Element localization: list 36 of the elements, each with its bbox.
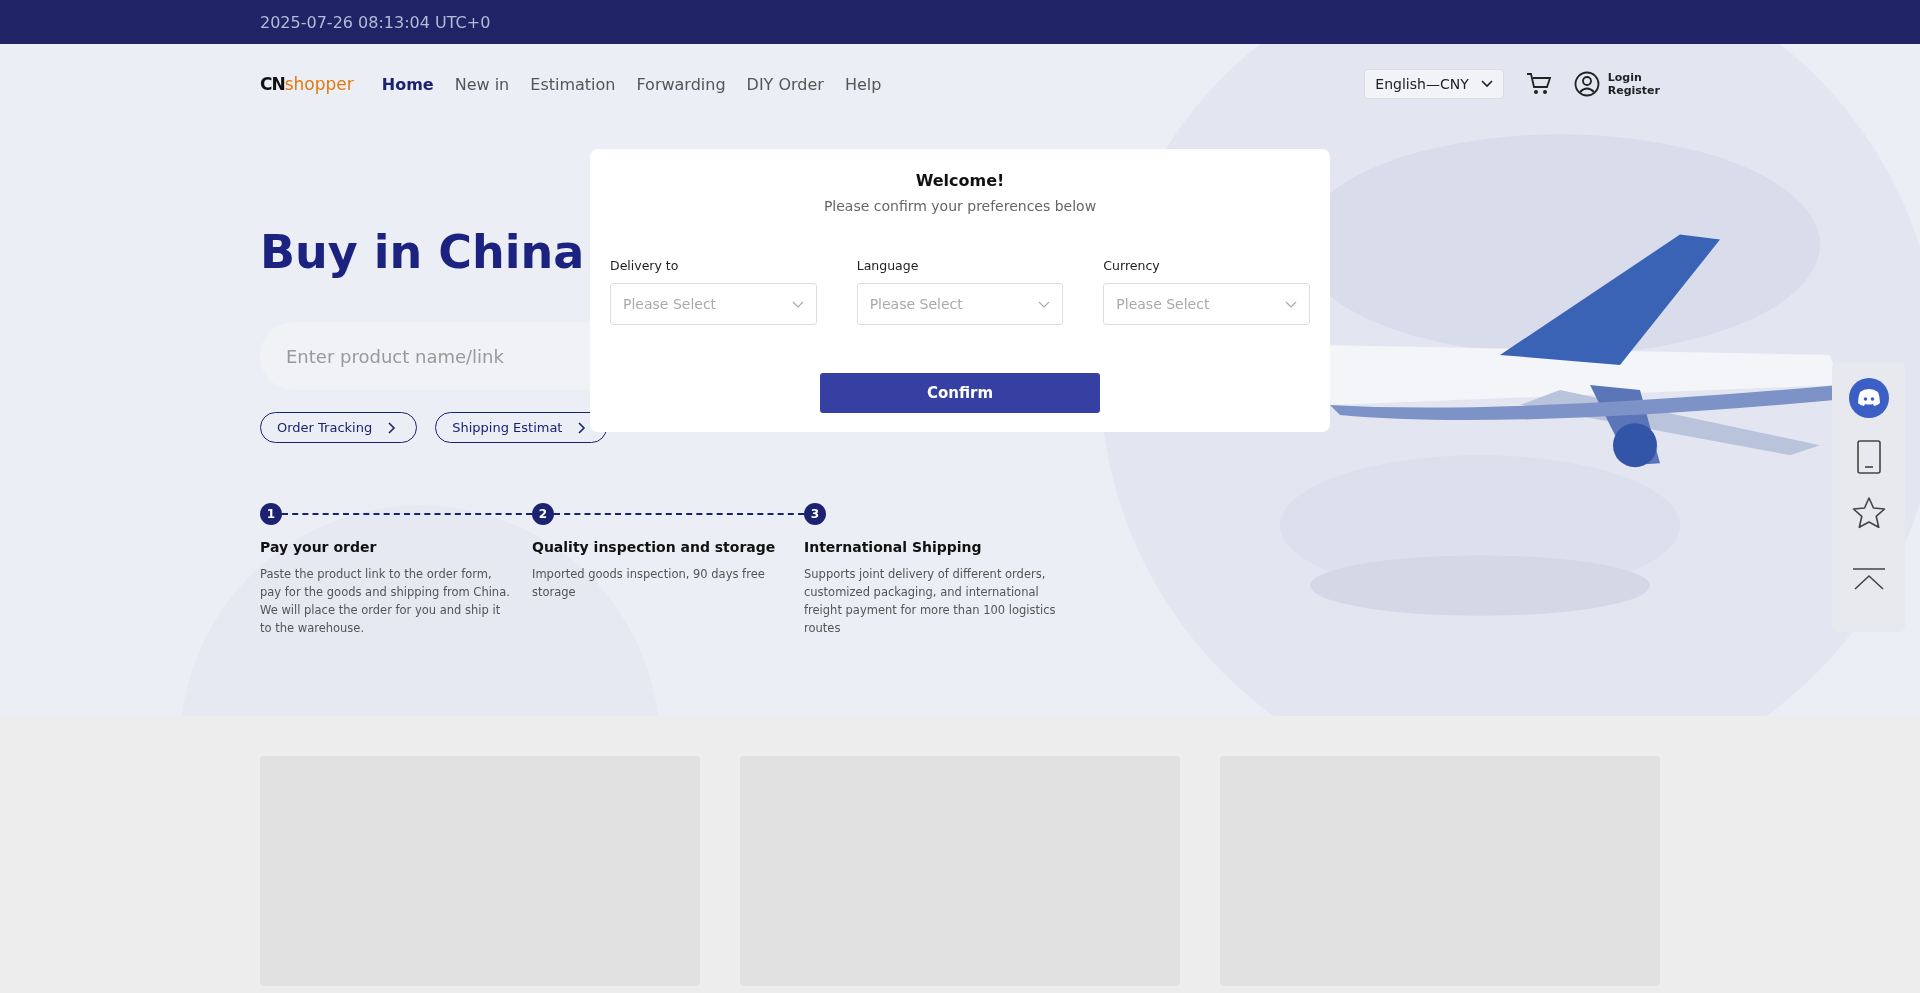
tablet-icon[interactable] bbox=[1856, 440, 1881, 474]
chevron-right-icon bbox=[388, 421, 397, 434]
nav-link[interactable]: New in bbox=[454, 74, 510, 94]
hero-title: Buy in China bbox=[260, 224, 585, 281]
step-description: Imported goods inspection, 90 days free storage bbox=[532, 566, 766, 601]
chevron-down-icon bbox=[1038, 300, 1051, 308]
field-label: Language bbox=[856, 258, 920, 273]
chevron-down-icon bbox=[1480, 80, 1493, 88]
register-link[interactable]: Register bbox=[1607, 84, 1660, 97]
field-label: Delivery to bbox=[610, 258, 680, 273]
step-description: Paste the product link to the order form, pay for the goods and shipping from China. We will place the order for you and ship it to the warehouse. bbox=[260, 566, 511, 637]
datetime-text: 2025-07-26 08:13:04 UTC+0 bbox=[260, 12, 491, 32]
chevron-down-icon bbox=[1285, 300, 1297, 308]
step-title: Pay your order bbox=[260, 539, 378, 555]
nav-link[interactable]: Home bbox=[381, 74, 434, 94]
chevron-right-icon bbox=[578, 421, 587, 434]
step-title: Quality inspection and storage bbox=[532, 539, 777, 555]
login-link[interactable]: Login bbox=[1607, 71, 1660, 84]
nav-link[interactable]: Help bbox=[844, 74, 882, 94]
confirm-button[interactable]: Confirm bbox=[820, 373, 1100, 413]
nav-link[interactable]: Estimation bbox=[530, 74, 616, 94]
step-description: Supports joint delivery of different orders, customized packaging, and international freight payment for more than 100 logistics routes bbox=[804, 566, 1057, 637]
cart-icon[interactable] bbox=[1525, 72, 1552, 96]
locale-select[interactable]: English—CNY bbox=[1364, 69, 1504, 99]
chevron-down-icon bbox=[791, 300, 804, 308]
field-label: Currency bbox=[1103, 258, 1161, 273]
nav-link[interactable]: Forwarding bbox=[636, 74, 726, 94]
star-icon[interactable] bbox=[1850, 496, 1887, 530]
step-title: International Shipping bbox=[804, 539, 983, 555]
nav-link[interactable]: DIY Order bbox=[746, 74, 824, 94]
back-to-top-icon[interactable] bbox=[1851, 568, 1886, 590]
user-icon[interactable] bbox=[1573, 71, 1600, 97]
dialog-subtitle: Please confirm your preferences below bbox=[822, 198, 1098, 214]
dialog-title: Welcome! bbox=[914, 171, 1006, 190]
logo[interactable]: CNshopper bbox=[260, 74, 354, 94]
discord-icon[interactable] bbox=[1848, 378, 1889, 418]
